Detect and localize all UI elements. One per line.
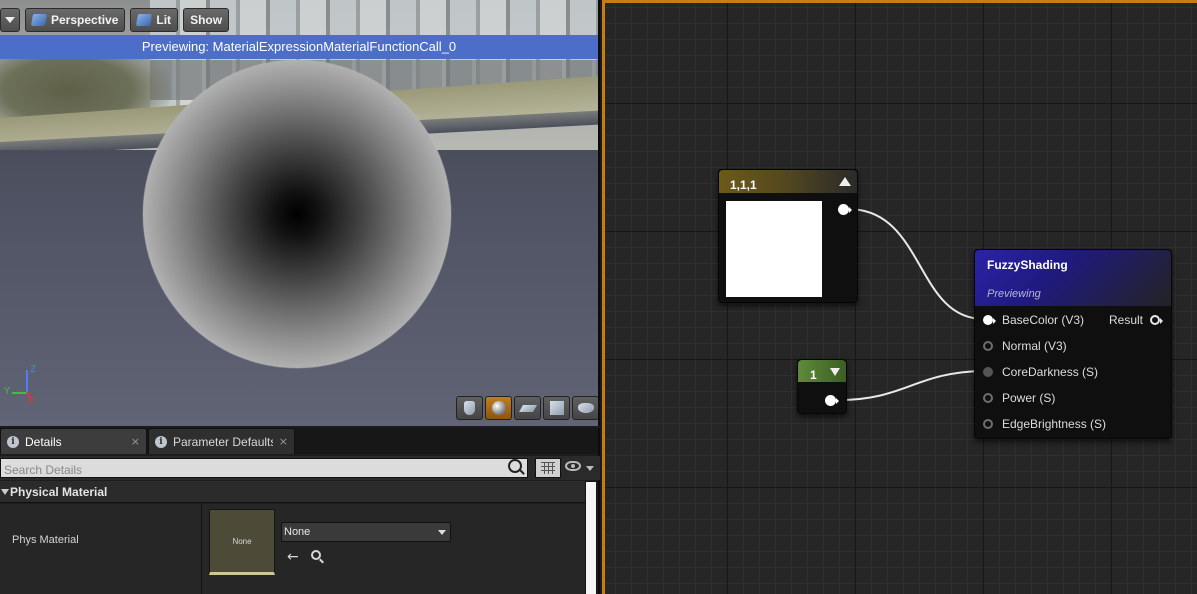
fuzzy-node-subtitle: Previewing — [987, 288, 1041, 300]
constant-node-title: 1 — [810, 368, 817, 382]
constant-scalar-node[interactable]: 1 — [797, 359, 847, 414]
tab-details-label: Details — [25, 434, 62, 449]
tab-parameter-defaults-label: Parameter Defaults — [173, 434, 273, 449]
basecolor-input-label: BaseColor (V3) — [1002, 313, 1085, 327]
cylinder-preview-button[interactable] — [456, 396, 483, 420]
expand-triangle-icon[interactable] — [830, 368, 840, 376]
category-physical-material[interactable]: Physical Material — [0, 481, 585, 503]
perspective-button[interactable]: Perspective — [25, 8, 126, 32]
info-icon: i — [155, 435, 167, 448]
custom-mesh-preview-button[interactable] — [572, 396, 598, 420]
plane-preview-button[interactable] — [514, 396, 541, 420]
input-row-coredarkness: CoreDarkness (S) — [975, 363, 1173, 381]
edgebrightness-input-pin[interactable] — [983, 419, 993, 429]
property-matrix-button[interactable] — [535, 458, 561, 478]
axis-gizmo: Z Y X — [4, 364, 44, 408]
constant3-output-pin[interactable] — [838, 204, 852, 215]
close-icon[interactable]: × — [131, 435, 140, 448]
input-row-basecolor: BaseColor (V3) Result — [975, 311, 1173, 329]
perspective-label: Perspective — [51, 13, 119, 27]
constant3-node-header: 1,1,1 — [719, 170, 857, 193]
browse-search-icon[interactable] — [311, 550, 321, 560]
plane-icon — [518, 404, 537, 412]
fuzzy-shading-function-node[interactable]: FuzzyShading Previewing BaseColor (V3) R… — [974, 249, 1172, 439]
teapot-icon — [577, 403, 594, 413]
result-output-label: Result — [1109, 313, 1144, 327]
cylinder-icon — [464, 401, 475, 415]
material-graph-canvas[interactable]: 1,1,1 1 FuzzyShading Previewing BaseColo… — [602, 0, 1197, 594]
coredarkness-input-pin[interactable] — [983, 367, 993, 377]
power-input-label: Power (S) — [1002, 391, 1056, 405]
input-row-power: Power (S) — [975, 389, 1173, 407]
show-button[interactable]: Show — [183, 8, 230, 32]
info-icon: i — [7, 435, 19, 448]
color-swatch-preview — [726, 201, 822, 297]
view-options-dropdown[interactable] — [586, 466, 594, 471]
fuzzy-node-title: FuzzyShading — [987, 258, 1068, 272]
lit-button[interactable]: Lit — [130, 8, 179, 32]
phys-material-combo[interactable]: None — [281, 522, 451, 542]
search-details-input[interactable] — [1, 461, 527, 479]
cube-preview-button[interactable] — [543, 396, 570, 420]
collapse-triangle-icon[interactable] — [839, 177, 851, 186]
z-axis-label: Z — [30, 364, 37, 375]
wire-constant-to-coredarkness — [838, 370, 985, 401]
show-label: Show — [190, 13, 223, 27]
chevron-down-icon — [438, 530, 446, 535]
lit-icon — [136, 14, 153, 26]
y-axis-label: Y — [4, 386, 11, 397]
preview-sphere — [143, 60, 451, 368]
constant-output-pin[interactable] — [825, 395, 839, 406]
result-output-pin[interactable] — [1150, 315, 1163, 325]
power-input-pin[interactable] — [983, 393, 993, 403]
property-row-phys-material: Phys Material None None ← — [0, 504, 585, 594]
preview-viewport[interactable]: Perspective Lit Show Previewing: Materia… — [0, 0, 600, 426]
tab-details[interactable]: i Details × — [0, 428, 147, 454]
normal-input-pin[interactable] — [983, 341, 993, 351]
close-icon[interactable]: × — [279, 435, 288, 448]
preview-banner: Previewing: MaterialExpressionMaterialFu… — [0, 35, 598, 59]
x-axis-label: X — [28, 396, 35, 407]
input-row-edgebrightness: EdgeBrightness (S) — [975, 415, 1173, 433]
eye-icon[interactable] — [565, 461, 581, 471]
use-selected-arrow-icon[interactable]: ← — [287, 550, 299, 564]
column-divider[interactable] — [201, 504, 202, 594]
constant3-vector-node[interactable]: 1,1,1 — [718, 169, 858, 303]
tab-parameter-defaults[interactable]: i Parameter Defaults × — [148, 428, 295, 454]
edgebrightness-input-label: EdgeBrightness (S) — [1002, 417, 1107, 431]
preview-shape-toolbar — [456, 396, 598, 420]
property-name: Phys Material — [12, 534, 79, 546]
coredarkness-input-label: CoreDarkness (S) — [1002, 365, 1099, 379]
material-editor: Perspective Lit Show Previewing: Materia… — [0, 0, 1197, 594]
asset-thumbnail[interactable]: None — [209, 509, 275, 575]
search-box — [0, 458, 528, 479]
scrollbar-thumb[interactable] — [586, 482, 596, 594]
viewport-toolbar: Perspective Lit Show — [0, 7, 230, 33]
lit-label: Lit — [156, 13, 172, 27]
perspective-icon — [30, 14, 48, 26]
search-icon — [508, 459, 522, 473]
sphere-preview-button[interactable] — [485, 396, 512, 420]
cube-icon — [549, 401, 564, 415]
viewport-options-dropdown[interactable] — [0, 8, 20, 32]
fuzzy-node-header: FuzzyShading Previewing — [975, 250, 1171, 306]
details-search-row — [0, 456, 600, 480]
basecolor-input-pin[interactable] — [983, 315, 996, 325]
normal-input-label: Normal (V3) — [1002, 339, 1067, 353]
input-row-normal: Normal (V3) — [975, 337, 1173, 355]
sphere-icon — [491, 401, 506, 415]
phys-material-value: None — [284, 526, 311, 538]
details-tabs: i Details × i Parameter Defaults × — [0, 428, 598, 454]
wire-constant3-to-basecolor — [847, 208, 985, 320]
details-panel: i Details × i Parameter Defaults × Physi… — [0, 428, 600, 594]
constant3-node-title: 1,1,1 — [730, 178, 757, 192]
